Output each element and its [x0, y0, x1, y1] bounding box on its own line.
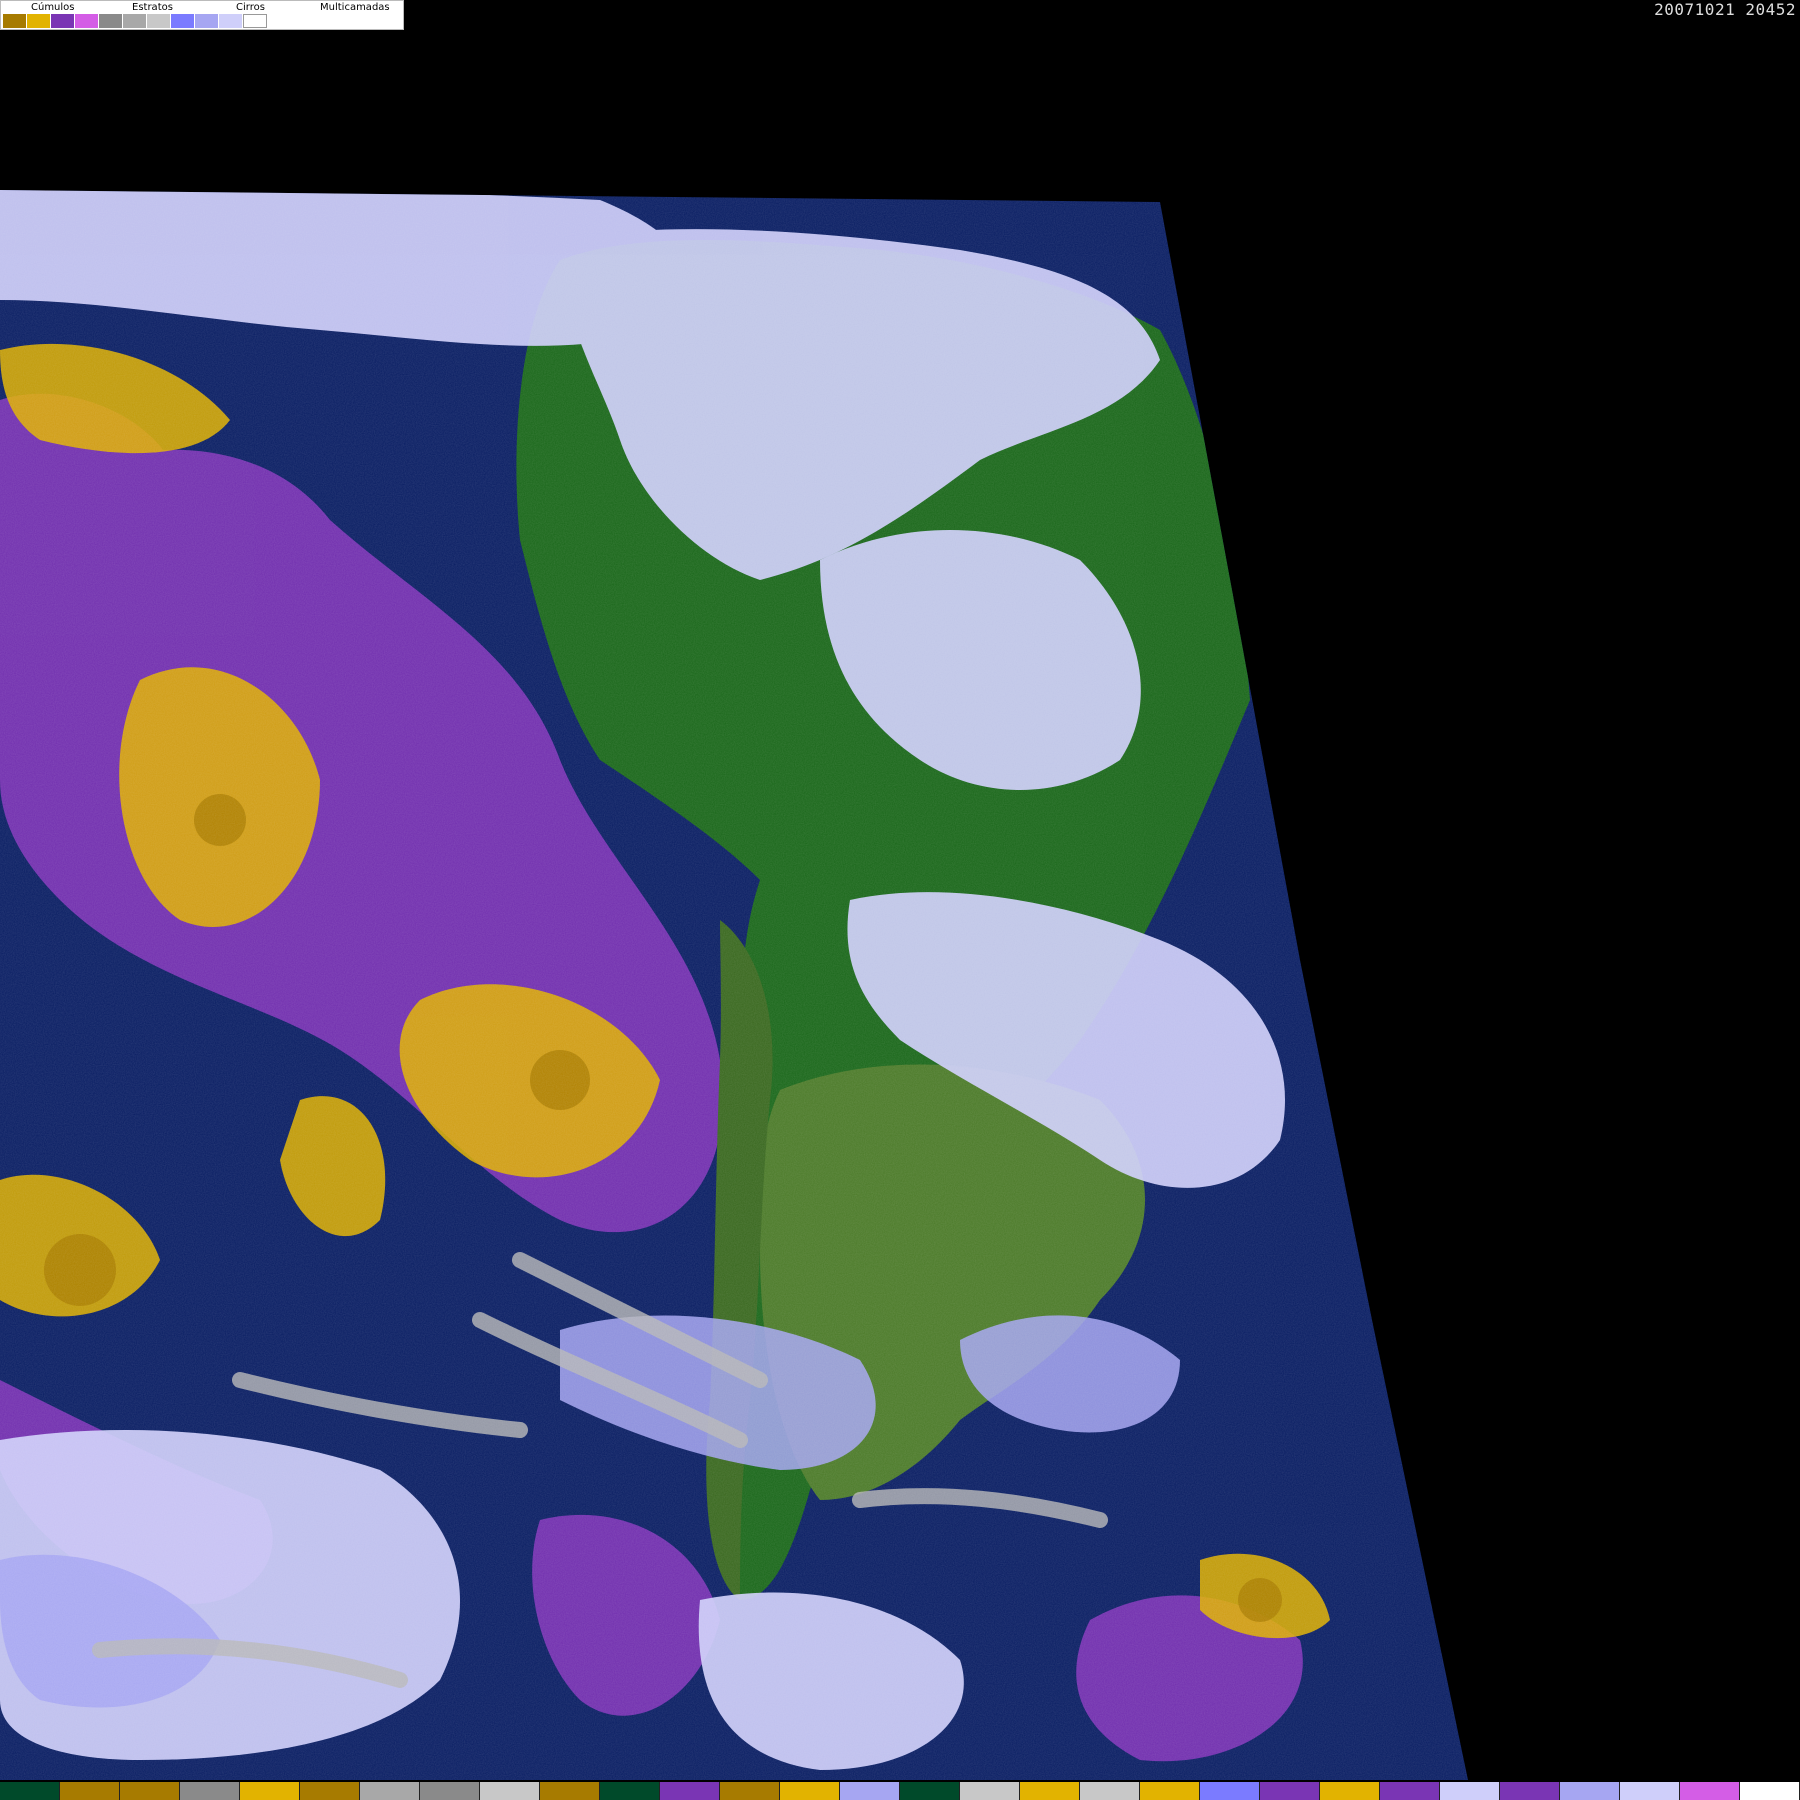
image-timestamp: 20071021 20452	[1654, 0, 1796, 19]
palette-cell	[1020, 1782, 1080, 1800]
palette-cell	[540, 1782, 600, 1800]
satellite-cloud-map	[0, 190, 1468, 1780]
legend-swatch	[99, 14, 123, 28]
legend-swatch	[219, 14, 243, 28]
legend-label-cumulus: Cúmulos	[31, 2, 75, 13]
legend-swatch	[51, 14, 75, 28]
palette-cell	[1260, 1782, 1320, 1800]
palette-cell	[1380, 1782, 1440, 1800]
legend-label-multilayer: Multicamadas	[320, 2, 390, 13]
palette-cell	[1620, 1782, 1680, 1800]
legend-swatch	[171, 14, 195, 28]
palette-cell	[60, 1782, 120, 1800]
cloud-type-legend: Cúmulos Estratos Cirros Multicamadas	[0, 0, 404, 30]
legend-swatch	[75, 14, 99, 28]
palette-cell	[1320, 1782, 1380, 1800]
palette-cell	[1500, 1782, 1560, 1800]
palette-cell	[960, 1782, 1020, 1800]
legend-swatch	[147, 14, 171, 28]
palette-cell	[1560, 1782, 1620, 1800]
legend-swatch	[3, 14, 27, 28]
palette-cell	[360, 1782, 420, 1800]
legend-swatch	[195, 14, 219, 28]
legend-swatch	[243, 14, 267, 28]
palette-cell	[900, 1782, 960, 1800]
palette-cell	[480, 1782, 540, 1800]
palette-cell	[0, 1782, 60, 1800]
palette-cell	[1080, 1782, 1140, 1800]
palette-cell	[660, 1782, 720, 1800]
legend-label-cirrus: Cirros	[236, 2, 265, 13]
palette-cell	[840, 1782, 900, 1800]
palette-cell	[600, 1782, 660, 1800]
palette-cell	[240, 1782, 300, 1800]
palette-cell	[1440, 1782, 1500, 1800]
legend-swatch	[123, 14, 147, 28]
color-palette-bar	[0, 1782, 1800, 1800]
palette-cell	[120, 1782, 180, 1800]
palette-cell	[300, 1782, 360, 1800]
palette-cell	[1680, 1782, 1740, 1800]
legend-swatches	[3, 14, 267, 28]
palette-cell	[1200, 1782, 1260, 1800]
palette-cell	[720, 1782, 780, 1800]
palette-cell	[180, 1782, 240, 1800]
palette-cell	[1140, 1782, 1200, 1800]
palette-cell	[780, 1782, 840, 1800]
palette-cell	[420, 1782, 480, 1800]
palette-cell	[1740, 1782, 1800, 1800]
legend-swatch	[27, 14, 51, 28]
legend-label-stratus: Estratos	[132, 2, 173, 13]
